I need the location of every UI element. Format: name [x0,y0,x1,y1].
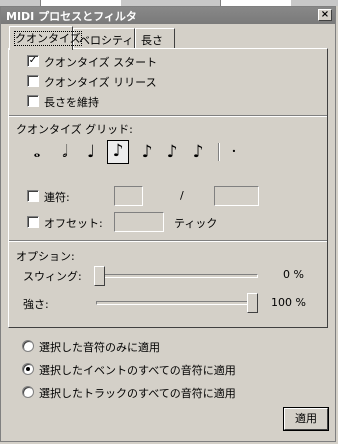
dotted-note-toggle[interactable]: · [224,142,244,162]
apply-track-notes-radio[interactable] [22,386,34,398]
offset-unit: ティック [174,217,218,230]
quantize-start-label: クオンタイズ スタート [44,56,158,69]
strength-slider-track[interactable] [96,301,258,305]
offset-field[interactable] [114,212,164,232]
apply-selected-notes-radio[interactable] [22,340,34,352]
strength-slider-thumb[interactable] [247,293,258,313]
eighth-note-icon[interactable]: ♪ [107,140,129,164]
close-button[interactable]: × [318,9,332,21]
apply-event-notes-radio[interactable] [22,363,34,375]
strength-label: 強さ: [23,298,49,311]
tab-quantize[interactable]: クオンタイズ [9,26,82,50]
grid-divider [218,143,220,161]
whole-note-icon[interactable]: 𝅝 [27,142,47,162]
options-heading: オプション: [16,250,75,263]
tab-length[interactable]: 長さ [135,28,175,48]
apply-event-notes-label: 選択したイベントのすべての音符に適用 [39,364,236,377]
swing-slider-thumb[interactable] [94,266,105,286]
offset-checkbox[interactable] [27,216,39,228]
apply-selected-notes-label: 選択した音符のみに適用 [39,341,160,354]
swing-value: 0 % [283,268,304,281]
tuplet-numerator-field[interactable] [114,186,143,206]
keep-length-checkbox[interactable] [27,95,39,107]
tuplet-separator: / [180,189,184,202]
sixty-fourth-note-icon[interactable]: ♪ [188,142,208,162]
thirty-second-note-icon[interactable]: ♪ [162,142,182,162]
apply-track-notes-label: 選択したトラックのすべての音符に適用 [39,387,236,400]
tab-velocity[interactable]: ベロシティ [73,28,135,48]
quantize-grid-heading: クオンタイズ グリッド: [16,123,133,136]
quantize-start-checkbox[interactable]: ✓ [27,55,39,67]
tuplet-checkbox[interactable] [27,190,39,202]
quantize-release-checkbox[interactable] [27,75,39,87]
window-title: MIDI プロセスとフィルタ [6,10,137,23]
keep-length-label: 長さを維持 [44,96,99,109]
apply-button[interactable]: 適用 [283,407,329,431]
swing-slider-track[interactable] [96,274,258,278]
strength-value: 100 % [271,296,306,309]
offset-label: オフセット: [44,217,103,230]
quarter-note-icon[interactable]: ♩ [81,142,101,162]
tuplet-label: 連符: [44,191,70,204]
swing-label: スウィング: [23,270,82,283]
quantize-release-label: クオンタイズ リリース [44,76,157,89]
separator [9,240,327,242]
separator [9,115,327,117]
tab-panel [8,48,328,328]
half-note-icon[interactable]: 𝅗𝅥 [55,142,75,162]
sixteenth-note-icon[interactable]: ♪ [137,142,157,162]
tuplet-denominator-field[interactable] [214,186,259,206]
